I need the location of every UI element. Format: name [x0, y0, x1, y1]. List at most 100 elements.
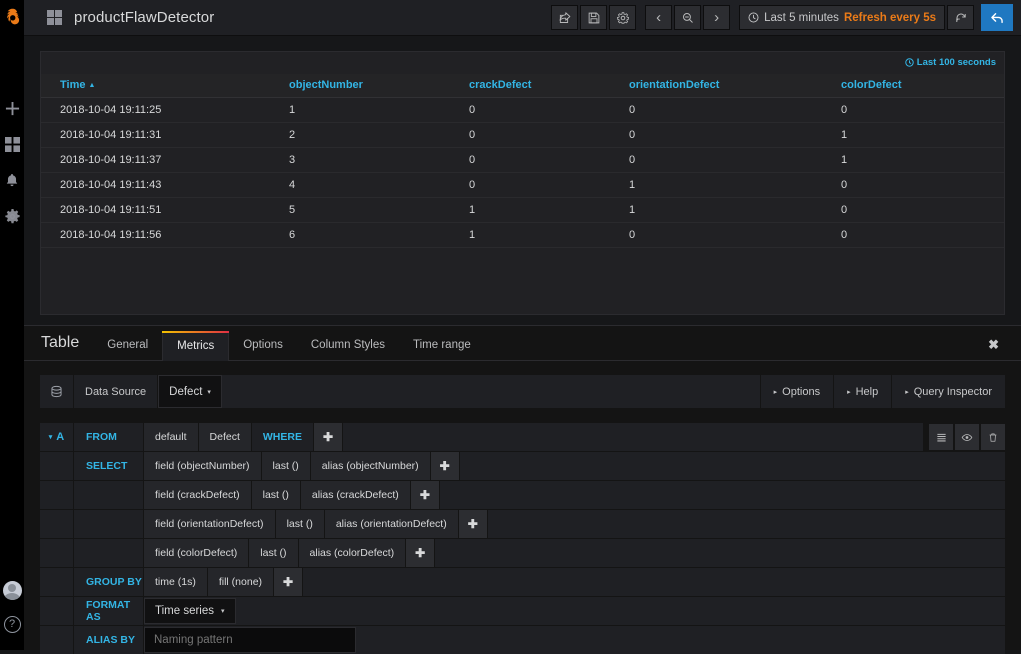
- tab-column-styles[interactable]: Column Styles: [297, 339, 399, 360]
- column-header-time[interactable]: Time ▲: [41, 74, 289, 98]
- add-where-button[interactable]: ✚: [313, 423, 344, 451]
- grafana-logo-icon[interactable]: [0, 4, 24, 30]
- from-policy-segment[interactable]: default: [144, 423, 199, 451]
- select-function-segment[interactable]: last (): [249, 539, 299, 567]
- time-shift-back-button[interactable]: ‹: [645, 5, 673, 30]
- dashboard-settings-button[interactable]: [609, 5, 637, 30]
- column-header-colordefect[interactable]: colorDefect: [841, 74, 1004, 98]
- group-by-time-segment[interactable]: time (1s): [144, 568, 208, 596]
- select-alias-segment[interactable]: alias (colorDefect): [298, 539, 407, 567]
- save-dashboard-button[interactable]: [580, 5, 608, 30]
- format-as-select[interactable]: Time series ▾: [144, 598, 236, 624]
- column-header-objectnumber[interactable]: objectNumber: [289, 74, 469, 98]
- toggle-text-edit-button[interactable]: [929, 424, 953, 450]
- sidebar-item-alerting[interactable]: [0, 162, 24, 198]
- cell-crackdefect: 0: [469, 122, 629, 148]
- cell-time: 2018-10-04 19:11:56: [41, 222, 289, 248]
- chevron-down-icon: ▾: [207, 388, 211, 396]
- table-header-row: Time ▲ objectNumber crackDefect orientati…: [41, 74, 1004, 98]
- time-shift-forward-button[interactable]: ›: [703, 5, 731, 30]
- query-inspector-button[interactable]: ▸ Query Inspector: [891, 375, 1005, 408]
- table-row: 2018-10-04 19:11:43 4 0 1 0: [41, 172, 1004, 198]
- add-select-part-button[interactable]: ✚: [458, 510, 488, 538]
- chevron-right-icon: ›: [714, 9, 720, 26]
- row-indent: [40, 568, 74, 596]
- sort-ascending-icon: ▲: [88, 81, 96, 89]
- select-row-filler: [487, 510, 1005, 538]
- query-ref-id[interactable]: ▾ A: [40, 423, 74, 451]
- group-by-fill-segment[interactable]: fill (none): [207, 568, 275, 596]
- cell-time: 2018-10-04 19:11:43: [41, 172, 289, 198]
- datasource-row-actions: ▸ Options ▸ Help ▸ Query Inspector: [759, 375, 1005, 408]
- select-alias-segment[interactable]: alias (crackDefect): [300, 481, 411, 509]
- sidebar-item-dashboards[interactable]: [0, 126, 24, 162]
- select-field-segment[interactable]: field (objectNumber): [144, 452, 262, 480]
- options-toggle-button[interactable]: ▸ Options: [759, 375, 834, 408]
- select-function-segment[interactable]: last (): [251, 481, 301, 509]
- tab-general[interactable]: General: [93, 339, 162, 360]
- help-toggle-button[interactable]: ▸ Help: [833, 375, 892, 408]
- select-field-segment[interactable]: field (colorDefect): [144, 539, 250, 567]
- cell-orientationdefect: 1: [629, 172, 841, 198]
- query-row-actions: [923, 423, 1005, 451]
- table-body: 2018-10-04 19:11:25 1 0 0 0 2018-10-04 19:11:…: [41, 97, 1004, 248]
- help-toggle-label: Help: [855, 385, 879, 398]
- row-indent: [40, 452, 74, 480]
- select-function-segment[interactable]: last (): [261, 452, 311, 480]
- query-ref-id-label: A: [56, 431, 65, 443]
- back-to-dashboard-button[interactable]: [981, 4, 1013, 31]
- column-header-orientationdefect[interactable]: orientationDefect: [629, 74, 841, 98]
- row-indent: [40, 481, 74, 509]
- share-dashboard-button[interactable]: [551, 5, 579, 30]
- chevron-right-icon: ▸: [773, 388, 778, 396]
- close-editor-button[interactable]: ✖: [988, 337, 999, 353]
- time-range-picker[interactable]: Last 5 minutes Refresh every 5s: [739, 5, 945, 30]
- query-formatas-row: FORMAT AS Time series ▾: [40, 597, 1005, 625]
- from-measurement-segment[interactable]: Defect: [198, 423, 252, 451]
- chevron-right-icon: ▸: [905, 388, 909, 396]
- zoom-out-time-button[interactable]: [674, 5, 702, 30]
- cell-colordefect: 1: [841, 122, 1004, 148]
- user-avatar[interactable]: [0, 572, 24, 608]
- collapse-caret-icon: ▾: [48, 434, 53, 441]
- select-alias-segment[interactable]: alias (objectNumber): [310, 452, 431, 480]
- add-select-part-button[interactable]: ✚: [430, 452, 460, 480]
- select-field-segment[interactable]: field (orientationDefect): [144, 510, 276, 538]
- page-title: productFlawDetector: [74, 9, 215, 26]
- column-header-crackdefect[interactable]: crackDefect: [469, 74, 629, 98]
- alias-by-input[interactable]: [144, 627, 356, 653]
- sidebar-item-configuration[interactable]: [0, 198, 24, 234]
- cell-orientationdefect: 0: [629, 97, 841, 123]
- table-panel: Last 100 seconds Time ▲ objectNumber crac…: [40, 51, 1005, 315]
- tab-options[interactable]: Options: [229, 339, 297, 360]
- tab-time-range[interactable]: Time range: [399, 339, 485, 360]
- select-alias-segment[interactable]: alias (orientationDefect): [324, 510, 459, 538]
- table-row: 2018-10-04 19:11:31 2 0 0 1: [41, 122, 1004, 148]
- tab-metrics[interactable]: Metrics: [162, 331, 230, 361]
- row-indent: [40, 510, 74, 538]
- remove-query-button[interactable]: [981, 424, 1005, 450]
- query-select-row: SELECT field (objectNumber) last () alias (…: [40, 452, 1005, 480]
- editor-tab-bar: Table General Metrics Options Column Sty…: [24, 326, 1021, 361]
- group-by-filler: [303, 568, 1005, 596]
- cell-orientationdefect: 0: [629, 147, 841, 173]
- hide-query-button[interactable]: [955, 424, 979, 450]
- data-table: Time ▲ objectNumber crackDefect orientati…: [41, 74, 1004, 248]
- cell-objectnumber: 5: [289, 197, 469, 223]
- help-icon[interactable]: ?: [0, 608, 24, 640]
- select-function-segment[interactable]: last (): [275, 510, 325, 538]
- add-select-part-button[interactable]: ✚: [406, 539, 436, 567]
- sidebar-item-create[interactable]: [0, 90, 24, 126]
- datasource-select[interactable]: Defect ▾: [158, 375, 222, 408]
- cell-crackdefect: 0: [469, 97, 629, 123]
- add-group-by-button[interactable]: ✚: [274, 568, 304, 596]
- top-navigation-bar: productFlawDetector ‹ › Last 5 minutes R…: [24, 0, 1021, 36]
- select-label: SELECT: [74, 452, 144, 480]
- refresh-button[interactable]: [947, 5, 974, 30]
- select-field-segment[interactable]: field (crackDefect): [144, 481, 252, 509]
- query-select-row: field (colorDefect) last () alias (colorDe…: [40, 539, 1005, 567]
- cell-objectnumber: 3: [289, 147, 469, 173]
- add-select-part-button[interactable]: ✚: [410, 481, 440, 509]
- table-header: Time ▲ objectNumber crackDefect orientati…: [41, 74, 1004, 98]
- from-row-filler: [343, 423, 923, 451]
